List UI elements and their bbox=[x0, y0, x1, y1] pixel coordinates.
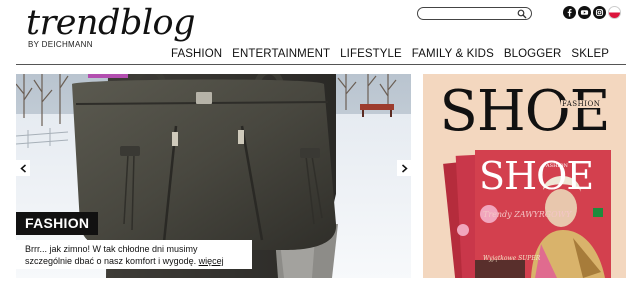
slider-prev-button[interactable] bbox=[16, 160, 30, 176]
instagram-icon[interactable] bbox=[593, 6, 606, 19]
trendblog-logo[interactable]: trendblog BY DEICHMANN bbox=[26, 3, 196, 49]
cover-headline: Trendy ZAWYRGOWY bbox=[483, 210, 572, 219]
main-nav: FASHION ENTERTAINMENT LIFESTYLE FAMILY &… bbox=[166, 48, 614, 60]
nav-item-sklep[interactable]: SKLEP bbox=[566, 48, 614, 60]
shoe-fashion-magazine-ad[interactable]: SHOE FASHION SHOE FASHION Trendy ZAWYRGO… bbox=[423, 74, 626, 278]
search-box[interactable] bbox=[417, 7, 532, 20]
nav-item-lifestyle[interactable]: LIFESTYLE bbox=[335, 48, 407, 60]
cover-subheadline: Wyjątkowe SUPER bbox=[483, 255, 541, 262]
ad-magazine-tag: FASHION bbox=[561, 100, 602, 108]
caption-line-1: Brrr... jak zimno! W tak chłodne dni mus… bbox=[25, 244, 198, 254]
slider-next-button[interactable] bbox=[397, 160, 411, 176]
read-more-link[interactable]: więcej bbox=[199, 256, 224, 266]
cover-magazine-title: SHOE bbox=[479, 154, 594, 198]
nav-item-entertainment[interactable]: ENTERTAINMENT bbox=[227, 48, 335, 60]
chevron-right-icon bbox=[401, 163, 408, 173]
featured-slider[interactable]: FASHION Brrr... jak zimno! W tak chłodne… bbox=[16, 74, 411, 278]
search-icon[interactable] bbox=[517, 9, 527, 19]
slide-caption: Brrr... jak zimno! W tak chłodne dni mus… bbox=[16, 240, 252, 269]
caption-line-2: szczególnie dbać o nasz komfort i wygodę… bbox=[25, 256, 197, 266]
nav-item-family-kids[interactable]: FAMILY & KIDS bbox=[407, 48, 499, 60]
logo-wordmark: trendblog bbox=[26, 3, 196, 43]
youtube-icon[interactable] bbox=[578, 6, 591, 19]
slide-category-badge[interactable]: FASHION bbox=[16, 212, 99, 235]
facebook-icon[interactable] bbox=[563, 6, 576, 19]
chevron-left-icon bbox=[19, 163, 26, 173]
nav-divider bbox=[16, 64, 626, 65]
search-input[interactable] bbox=[424, 9, 514, 19]
ad-magazine-title: SHOE bbox=[439, 79, 611, 144]
caption-line-2-wrapper: szczególnie dbać o nasz komfort i wygodę… bbox=[25, 255, 244, 267]
nav-item-blogger[interactable]: BLOGGER bbox=[499, 48, 567, 60]
polish-flag-icon[interactable] bbox=[608, 6, 621, 19]
cover-magazine-tag: FASHION bbox=[543, 163, 568, 169]
nav-item-fashion[interactable]: FASHION bbox=[166, 48, 227, 60]
